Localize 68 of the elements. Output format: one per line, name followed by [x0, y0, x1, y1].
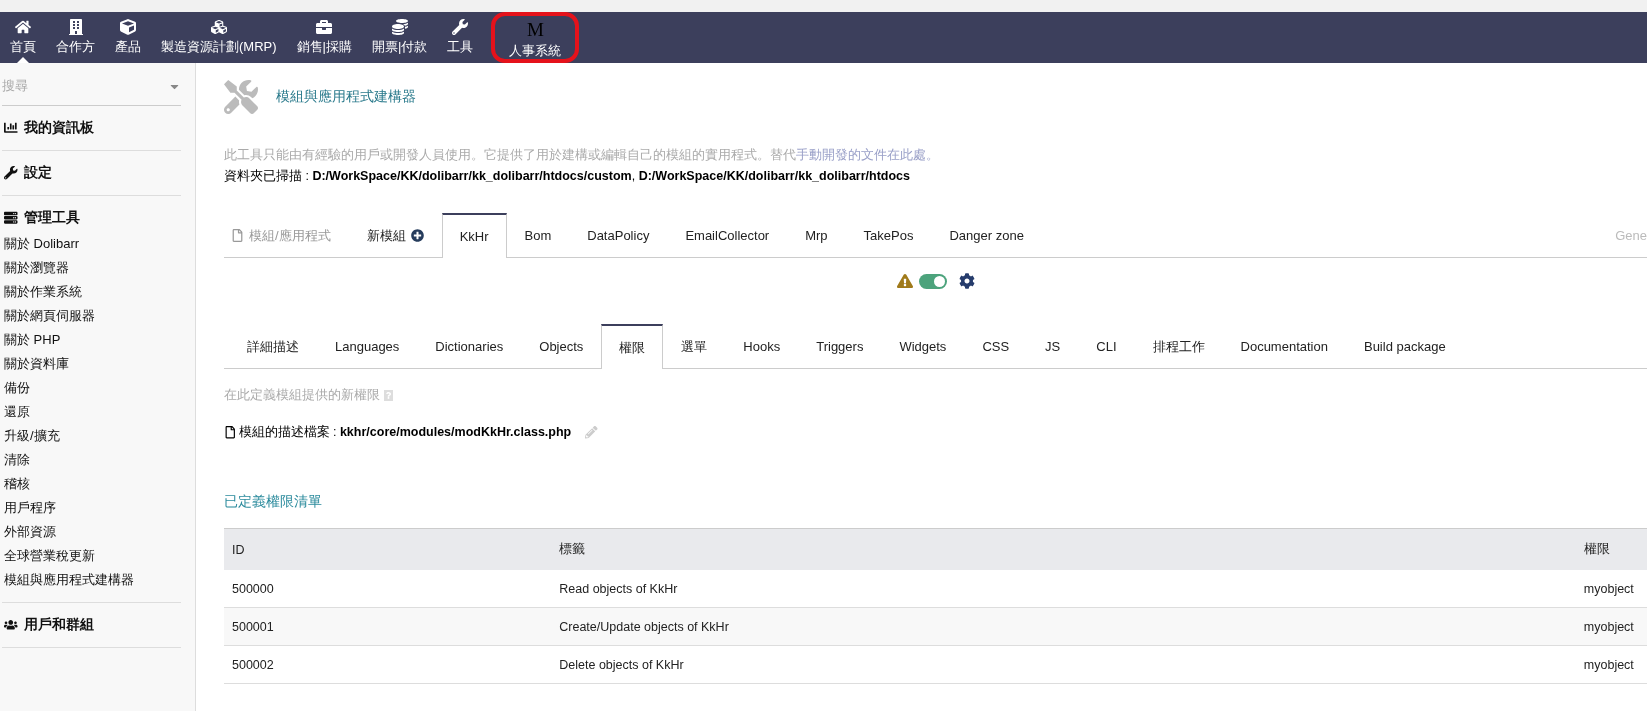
menu-icon [15, 19, 31, 35]
menu-icon [391, 19, 408, 35]
sidebar-item[interactable]: 關於網頁伺服器 [2, 304, 181, 328]
column-header: 權限 [1575, 528, 1647, 570]
toggle-switch[interactable] [918, 273, 947, 289]
table-cell: myobject [1575, 570, 1647, 608]
file-icon [231, 229, 244, 242]
add-icon [410, 229, 424, 242]
sidebar-item[interactable]: 關於 Dolibarr [2, 232, 181, 256]
descriptor-file: 模組的描述檔案 : kkhr/core/modules/modKkHr.class.php [238, 424, 572, 441]
table-cell: Read objects of KkHr [551, 570, 1576, 608]
section-title[interactable]: 設定 [23, 164, 52, 182]
sidebar-item[interactable]: 備份 [2, 376, 181, 400]
section-title[interactable]: 我的資訊板 [23, 119, 94, 137]
table-cell: myobject [1575, 645, 1647, 684]
scanned-folders: 資料夾已掃描 : D:/WorkSpace/KK/dolibarr/kk_dolibarr/htdocs/custom, D:/WorkSpace/KK/dolibarr/kk_dolibarr/htdocs [224, 168, 911, 185]
section-icon [4, 166, 18, 180]
menu-item[interactable]: 銷售|採購 [286, 12, 362, 63]
sidebar-item[interactable]: 還原 [2, 400, 181, 424]
sub-tab[interactable]: 權限 [601, 324, 664, 369]
section-title[interactable]: 管理工具 [23, 209, 80, 227]
menu-icon [120, 19, 136, 35]
sidebar-item[interactable]: 清除 [2, 448, 181, 472]
section-icon [4, 211, 18, 225]
sidebar-item[interactable]: 稽核 [2, 472, 181, 496]
menu-icon [67, 19, 84, 35]
tools-icon [224, 80, 258, 114]
description-text: 此工具只能由有經驗的用戶或開發人員使用。它提供了用於建構或編輯自己的模組的實用程式。替代 [224, 148, 796, 162]
sidebar-item[interactable]: 外部資源 [2, 520, 181, 544]
hint-text: 在此定義模組提供的新權限 [224, 387, 380, 404]
sidebar-item[interactable]: 關於資料庫 [2, 352, 181, 376]
table-cell: 500002 [224, 645, 552, 684]
sidebar-item[interactable]: 升級/擴充 [2, 424, 181, 448]
table-cell: Delete objects of KkHr [551, 645, 1576, 684]
table-cell: Create/Update objects of KkHr [551, 607, 1576, 646]
cut-tab-text: Gene [1615, 227, 1647, 243]
sidebar-item[interactable]: 模組與應用程式建構器 [2, 568, 181, 592]
sidebar-item[interactable]: 關於 PHP [2, 328, 181, 352]
table-cell: myobject [1575, 607, 1647, 646]
module-tab[interactable]: KkHr [441, 213, 507, 258]
menu-icon [452, 19, 469, 35]
section-heading: 已定義權限清單 [224, 493, 323, 511]
sidebar-item[interactable]: 全球營業稅更新 [2, 544, 181, 568]
menu-item[interactable]: 產品 [105, 12, 151, 63]
menu-item[interactable]: 首頁 [0, 12, 46, 63]
settings-icon[interactable] [958, 273, 975, 289]
column-header: 標籤 [551, 528, 1576, 570]
section-icon [4, 121, 18, 135]
menu-item[interactable]: 製造資源計劃(MRP) [151, 12, 287, 63]
page-title: 模組與應用程式建構器 [276, 88, 416, 106]
menu-icon [316, 19, 333, 35]
sidebar-item[interactable]: 關於瀏覽器 [2, 256, 181, 280]
menu-item[interactable]: 工具 [437, 12, 484, 63]
sidebar-item[interactable]: 關於作業系統 [2, 280, 181, 304]
column-header: ID [224, 528, 552, 570]
sidebar-item[interactable]: 用戶程序 [2, 496, 181, 520]
table-cell: 500000 [224, 570, 552, 608]
warning-icon [896, 273, 913, 289]
edit-icon[interactable] [585, 426, 598, 439]
table-cell: 500001 [224, 607, 552, 646]
file-icon [224, 426, 237, 439]
menu-icon [210, 19, 227, 35]
menu-item[interactable]: 合作方 [46, 12, 105, 63]
section-title[interactable]: 用戶和群組 [23, 616, 94, 634]
section-icon [4, 618, 18, 632]
letter-icon: M [526, 19, 544, 39]
menu-item[interactable]: 開票|付款 [361, 12, 438, 63]
menu-item[interactable]: M 人事系統 [491, 12, 580, 63]
